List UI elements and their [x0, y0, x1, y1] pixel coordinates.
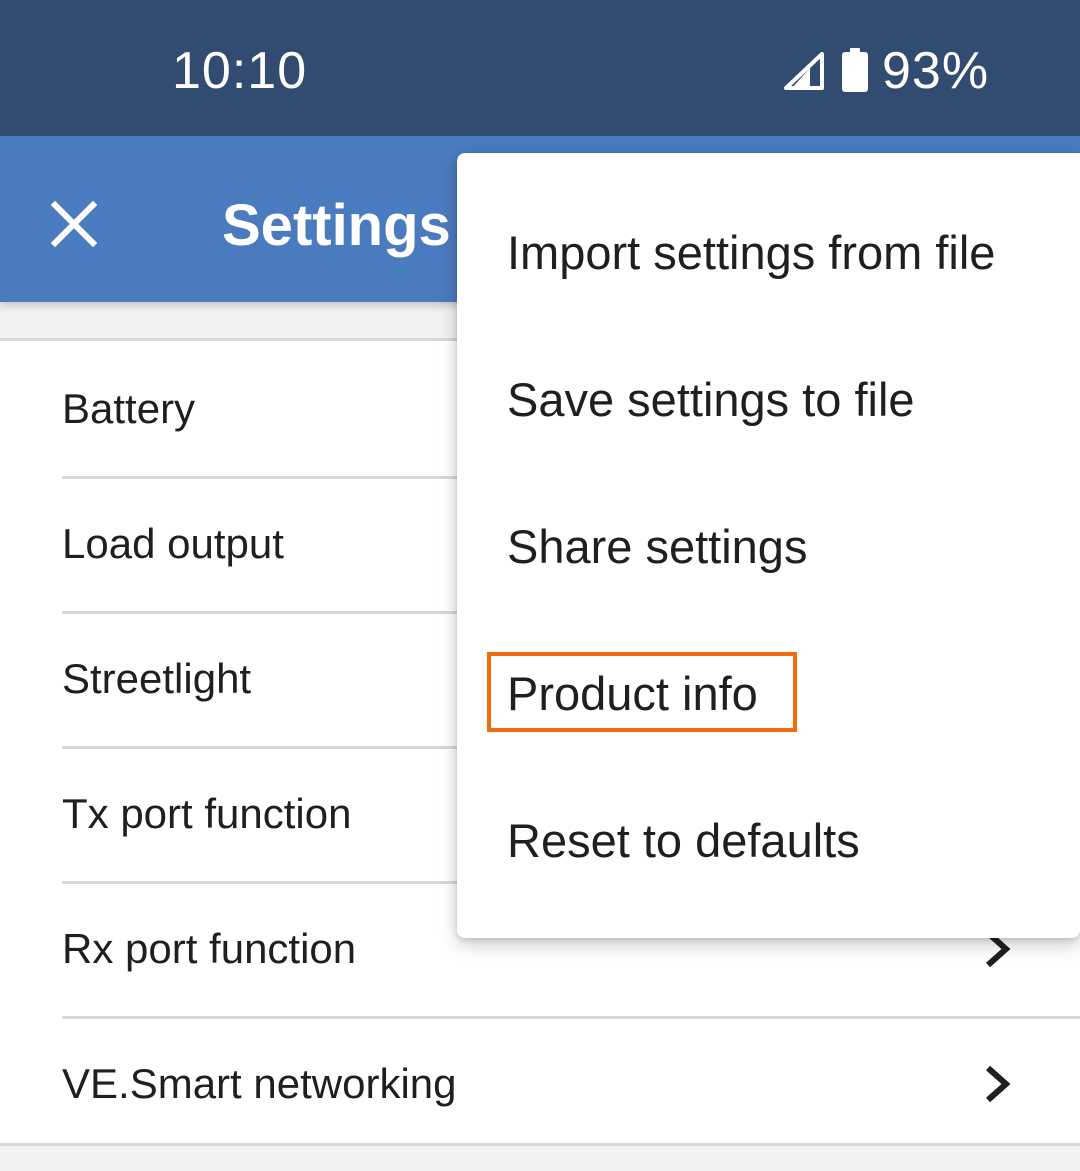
list-item-label: Streetlight	[62, 655, 252, 702]
menu-item-label: Share settings	[507, 520, 808, 573]
close-icon	[51, 201, 97, 247]
menu-item-import-settings[interactable]: Import settings from file	[457, 179, 1080, 326]
status-bar: 10:10 93%	[0, 0, 1080, 136]
menu-item-save-settings[interactable]: Save settings to file	[457, 326, 1080, 473]
menu-item-product-info[interactable]: Product info	[457, 620, 1080, 767]
close-button[interactable]	[24, 174, 124, 274]
list-item-label: VE.Smart networking	[62, 1060, 457, 1107]
overflow-menu: Import settings from file Save settings …	[457, 153, 1080, 938]
menu-item-reset-defaults[interactable]: Reset to defaults	[457, 767, 1080, 914]
list-item-label: Battery	[62, 385, 196, 432]
menu-item-label: Save settings to file	[507, 373, 915, 426]
list-item-label: Tx port function	[62, 790, 352, 837]
list-item-ve-smart-networking[interactable]: VE.Smart networking	[0, 1016, 1080, 1151]
battery-percentage: 93%	[882, 42, 990, 100]
signal-icon	[784, 52, 824, 90]
page-title: Settings	[222, 193, 451, 258]
list-item-label: Rx port function	[62, 925, 357, 972]
menu-item-label: Product info	[507, 667, 758, 720]
battery-icon	[842, 48, 868, 92]
status-time: 10:10	[172, 42, 308, 100]
menu-item-label: Import settings from file	[507, 226, 996, 279]
list-item-label: Load output	[62, 520, 284, 567]
chevron-right-icon	[986, 1065, 1011, 1103]
menu-item-share-settings[interactable]: Share settings	[457, 473, 1080, 620]
menu-item-label: Reset to defaults	[507, 814, 860, 867]
